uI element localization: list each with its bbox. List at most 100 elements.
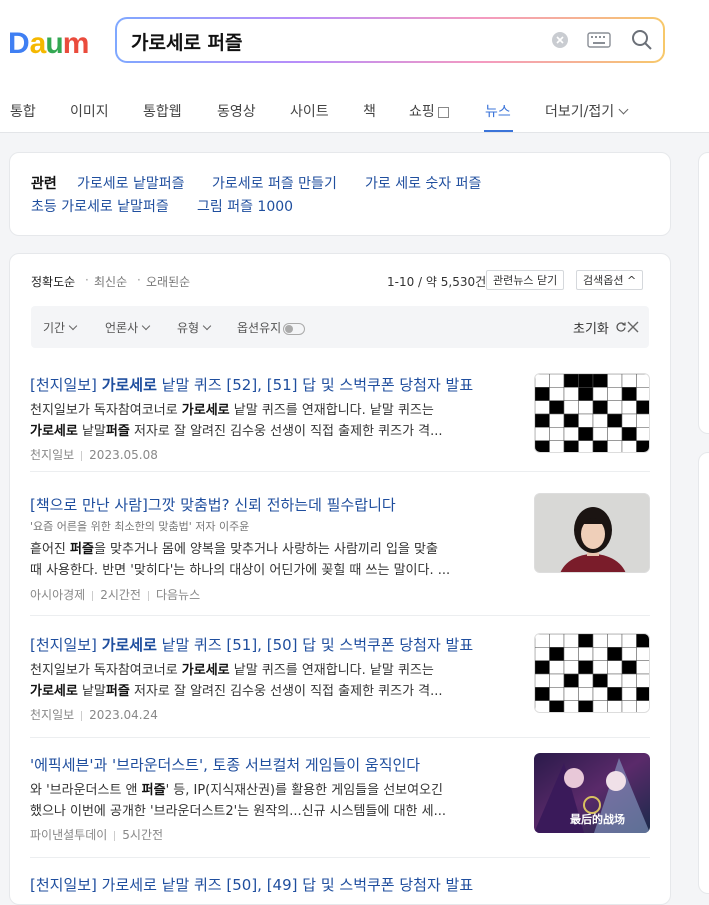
chevron-down-icon: [141, 321, 151, 331]
reset-button[interactable]: 초기화: [573, 318, 627, 337]
filter-press-label: 언론사: [105, 321, 139, 335]
crossword-cell: [535, 413, 550, 428]
crossword-cell: [592, 673, 608, 688]
news-title[interactable]: [천지일보] 가로세로 낱말 퀴즈 [52], [51] 답 및 스벅쿠폰 당첨…: [30, 374, 515, 395]
game-art-thumbnail[interactable]: 最后的战场: [534, 753, 650, 833]
filter-period[interactable]: 기간: [43, 319, 78, 336]
news-date: 2023.05.08: [89, 448, 158, 462]
crossword-cell: [607, 687, 623, 701]
divider: [81, 710, 83, 721]
crossword-cell: [621, 634, 637, 648]
daum-logo[interactable]: Daum: [8, 22, 98, 62]
crossword-cell: [636, 673, 649, 688]
news-source[interactable]: 천지일보: [30, 708, 74, 722]
tab-news[interactable]: 뉴스: [485, 101, 511, 121]
tab-book[interactable]: 책: [363, 101, 376, 121]
title-text: [천지일보]: [30, 376, 102, 394]
item-divider: [30, 615, 650, 616]
crossword-cell: [578, 687, 594, 701]
sort-accuracy[interactable]: 정확도순: [31, 273, 75, 290]
search-box[interactable]: 가로세로 퍼즐: [115, 17, 665, 63]
crossword-cell: [578, 673, 594, 688]
crossword-cell: [607, 413, 623, 428]
related-link[interactable]: 초등 가로세로 낱말퍼즐: [31, 196, 169, 216]
crossword-cell: [636, 634, 649, 648]
news-source[interactable]: 아시아경제: [30, 588, 85, 602]
tab-web[interactable]: 통합웹: [143, 101, 182, 121]
news-source[interactable]: 천지일보: [30, 448, 74, 462]
crossword-cell: [578, 647, 594, 661]
clear-icon[interactable]: [552, 32, 568, 48]
desc-text: 저자로 잘 알려진 김수웅 선생이 직접 출제한 퀴즈가 격...: [129, 424, 443, 439]
toggle-switch[interactable]: [283, 322, 306, 335]
desc-highlight: 가로세로: [181, 403, 230, 418]
crossword-cell: [621, 673, 637, 688]
crossword-cell: [535, 660, 550, 675]
divider: [81, 450, 83, 461]
close-related-news-button[interactable]: 관련뉴스 닫기: [486, 270, 565, 290]
crossword-cell: [535, 647, 550, 661]
author-photo-thumbnail[interactable]: [534, 493, 650, 573]
news-title[interactable]: [천지일보] 가로세로 낱말 퀴즈 [50], [49] 답 및 스벅쿠폰 당첨…: [30, 874, 515, 895]
news-title[interactable]: '에픽세븐'과 '브라운더스트', 토종 서브컬처 게임들이 움직인다: [30, 754, 515, 775]
related-searches: 관련 가로세로 낱말퍼즐 가로세로 퍼즐 만들기 가로 세로 숫자 퍼즐 초등 …: [9, 152, 671, 236]
related-link[interactable]: 가로세로 낱말퍼즐: [77, 173, 185, 193]
crossword-cell: [592, 400, 608, 415]
news-meta: 아시아경제 2시간전 다음뉴스: [30, 586, 200, 603]
crossword-cell: [592, 634, 608, 648]
crossword-cell: [592, 687, 608, 701]
crossword-cell: [621, 647, 637, 661]
crossword-thumbnail[interactable]: [534, 373, 650, 453]
sort-latest[interactable]: 최신순: [94, 273, 127, 290]
related-title: 관련: [31, 176, 57, 192]
related-link[interactable]: 가로 세로 숫자 퍼즐: [365, 173, 481, 193]
tab-images[interactable]: 이미지: [70, 101, 109, 121]
crossword-cell: [592, 440, 608, 452]
search-icon[interactable]: [630, 28, 654, 52]
filter-keep-options[interactable]: 옵션유지: [237, 319, 306, 336]
tab-more[interactable]: 더보기/접기: [545, 101, 629, 121]
crossword-thumbnail[interactable]: [534, 633, 650, 713]
tab-more-label: 더보기/접기: [545, 104, 615, 120]
separator-dot: ·: [137, 273, 141, 287]
related-link[interactable]: 그림 퍼즐 1000: [197, 196, 293, 216]
news-title[interactable]: [천지일보] 가로세로 낱말 퀴즈 [51], [50] 답 및 스벅쿠폰 당첨…: [30, 634, 515, 655]
news-description: 천지일보가 독자참여코너로 가로세로 낱말 퀴즈를 연재합니다. 낱말 퀴즈는 …: [30, 400, 508, 442]
search-input[interactable]: 가로세로 퍼즐: [131, 28, 243, 55]
filter-press[interactable]: 언론사: [105, 319, 151, 336]
person-photo: [535, 494, 649, 572]
crossword-cell: [549, 673, 565, 688]
crossword-cell: [592, 374, 608, 388]
daum-news-link[interactable]: 다음뉴스: [156, 588, 200, 602]
desc-highlight: 퍼즐: [141, 783, 166, 798]
tab-video[interactable]: 동영상: [217, 101, 256, 121]
crossword-cell: [563, 413, 579, 428]
tab-site[interactable]: 사이트: [290, 101, 329, 121]
desc-text: 천지일보가 독자참여코너로: [30, 403, 182, 418]
close-icon[interactable]: [626, 320, 640, 334]
news-title[interactable]: [책으로 만난 사람]그깟 맞춤법? 신뢰 전하는데 필수랍니다: [30, 494, 515, 515]
chevron-down-icon: [618, 104, 629, 115]
crossword-cell: [535, 440, 550, 452]
crossword-cell: [607, 660, 623, 675]
related-link[interactable]: 가로세로 퍼즐 만들기: [212, 173, 337, 193]
crossword-cell: [607, 440, 623, 452]
crossword-cell: [549, 440, 565, 452]
crossword-cell: [578, 427, 594, 441]
crossword-cell: [535, 387, 550, 401]
desc-text: 흩어진: [30, 542, 71, 557]
crossword-cell: [578, 374, 594, 388]
news-source[interactable]: 파이낸셜투데이: [30, 828, 107, 842]
filter-type[interactable]: 유형: [177, 319, 212, 336]
crossword-cell: [535, 374, 550, 388]
search-options-button[interactable]: 검색옵션 ^: [576, 270, 644, 290]
tab-all[interactable]: 통합: [10, 101, 36, 121]
sort-oldest[interactable]: 오래된순: [146, 273, 190, 290]
crossword-cell: [563, 387, 579, 401]
crossword-cell: [621, 427, 637, 441]
svg-text:Daum: Daum: [8, 27, 89, 60]
side-panel-top: [698, 152, 709, 434]
keyboard-icon[interactable]: [587, 31, 611, 49]
search-options-label: 검색옵션: [583, 274, 624, 287]
tab-shopping[interactable]: 쇼핑: [409, 101, 449, 121]
